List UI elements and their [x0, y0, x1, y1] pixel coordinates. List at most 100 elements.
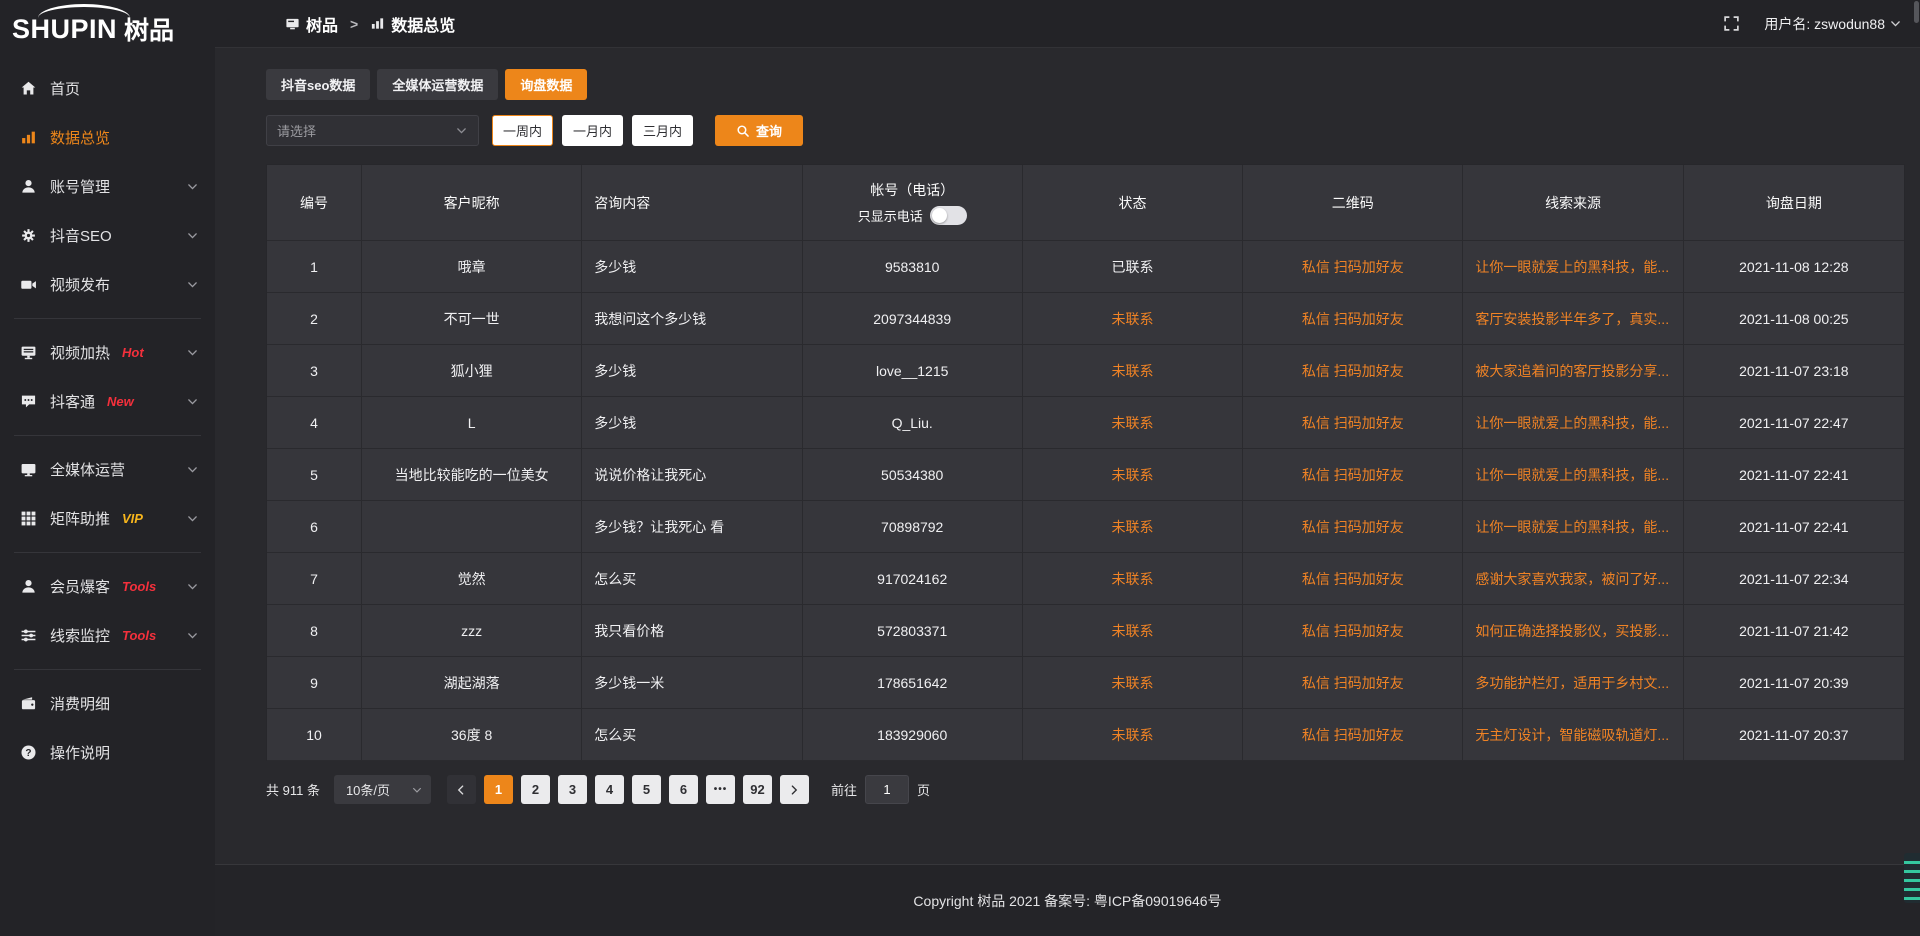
sliders-icon	[20, 627, 37, 644]
table-header-row: 编号 客户昵称 咨询内容 帐号（电话） 只显示电话 状态 二维码 线索来源 询盘…	[267, 165, 1904, 241]
cell-qrcode-link[interactable]: 私信 扫码加好友	[1243, 553, 1463, 605]
page-button-6[interactable]: 6	[669, 775, 698, 804]
column-header-nickname: 客户昵称	[362, 165, 582, 241]
cell-status: 未联系	[1023, 501, 1243, 553]
question-icon: ?	[20, 744, 37, 761]
sidebar-item-数据总览[interactable]: 数据总览	[0, 113, 215, 162]
site-icon	[285, 16, 300, 31]
floating-widget[interactable]	[1904, 853, 1920, 903]
page-button-3[interactable]: 3	[558, 775, 587, 804]
sidebar-item-消费明细[interactable]: 消费明细	[0, 679, 215, 728]
sidebar-item-线索监控[interactable]: 线索监控 Tools	[0, 611, 215, 660]
column-header-status: 状态	[1023, 165, 1243, 241]
grid-icon	[20, 510, 37, 527]
sidebar-item-label: 视频加热	[50, 342, 110, 363]
data-tabs: 抖音seo数据全媒体运营数据询盘数据	[266, 69, 1905, 100]
chevron-down-icon	[186, 180, 199, 193]
range-button-一月内[interactable]: 一月内	[562, 115, 623, 146]
filter-bar: 请选择 一周内一月内三月内 查询	[266, 115, 1905, 146]
phone-only-toggle[interactable]	[930, 206, 967, 225]
cell-source-link[interactable]: 多功能护栏灯，适用于乡村文...	[1463, 657, 1683, 709]
sidebar-item-badge: Tools	[122, 628, 156, 643]
tab-全媒体运营数据[interactable]: 全媒体运营数据	[377, 69, 498, 100]
cell-nickname: 36度 8	[362, 709, 582, 761]
sidebar-item-label: 抖客通	[50, 391, 95, 412]
cell-nickname: 哦章	[362, 241, 582, 293]
sidebar-item-矩阵助推[interactable]: 矩阵助推VIP	[0, 494, 215, 543]
sidebar-item-操作说明[interactable]: ?操作说明	[0, 728, 215, 777]
user-menu[interactable]: 用户名: zswodun88	[1764, 14, 1902, 34]
cell-source-link[interactable]: 如何正确选择投影仪，买投影...	[1463, 605, 1683, 657]
prev-page-button[interactable]	[447, 775, 476, 804]
cell-source-link[interactable]: 客厅安装投影半年多了，真实...	[1463, 293, 1683, 345]
table-body: 1哦章多少钱9583810已联系私信 扫码加好友让你一眼就爱上的黑科技，能...…	[267, 241, 1904, 761]
sidebar-item-视频发布[interactable]: 视频发布	[0, 260, 215, 309]
logo-text-cn: 树品	[124, 11, 174, 47]
cell-date: 2021-11-07 23:18	[1684, 345, 1904, 397]
scrollbar-thumb[interactable]	[1914, 1, 1919, 23]
cell-qrcode-link[interactable]: 私信 扫码加好友	[1243, 605, 1463, 657]
sidebar-item-视频加热[interactable]: 视频加热Hot	[0, 328, 215, 377]
range-button-三月内[interactable]: 三月内	[632, 115, 693, 146]
sidebar-item-抖音SEO[interactable]: 抖音SEO	[0, 211, 215, 260]
cell-id: 2	[267, 293, 362, 345]
page-button-92[interactable]: 92	[743, 775, 772, 804]
page-button-5[interactable]: 5	[632, 775, 661, 804]
sidebar-item-首页[interactable]: 首页	[0, 64, 215, 113]
page-more-button[interactable]: •••	[706, 775, 735, 804]
app-logo[interactable]: SHUPIN 树品	[0, 0, 215, 58]
cell-qrcode-link[interactable]: 私信 扫码加好友	[1243, 345, 1463, 397]
cell-qrcode-link[interactable]: 私信 扫码加好友	[1243, 241, 1463, 293]
sidebar-item-全媒体运营[interactable]: 全媒体运营	[0, 445, 215, 494]
search-button[interactable]: 查询	[715, 115, 803, 146]
cell-qrcode-link[interactable]: 私信 扫码加好友	[1243, 397, 1463, 449]
cell-date: 2021-11-07 20:37	[1684, 709, 1904, 761]
sidebar-item-账号管理[interactable]: 账号管理	[0, 162, 215, 211]
sidebar-item-label: 线索监控	[50, 625, 110, 646]
range-button-一周内[interactable]: 一周内	[492, 115, 553, 146]
page-button-1[interactable]: 1	[484, 775, 513, 804]
cell-status: 未联系	[1023, 657, 1243, 709]
breadcrumb-separator: >	[350, 16, 358, 32]
next-page-button[interactable]	[780, 775, 809, 804]
cell-source-link[interactable]: 让你一眼就爱上的黑科技，能...	[1463, 501, 1683, 553]
cell-nickname: zzz	[362, 605, 582, 657]
sidebar-item-抖客通[interactable]: 抖客通New	[0, 377, 215, 426]
search-button-label: 查询	[756, 121, 782, 140]
cell-qrcode-link[interactable]: 私信 扫码加好友	[1243, 657, 1463, 709]
sidebar-divider	[14, 552, 201, 553]
filter-select[interactable]: 请选择	[266, 115, 479, 146]
sidebar-divider	[14, 669, 201, 670]
cell-source-link[interactable]: 被大家追着问的客厅投影分享...	[1463, 345, 1683, 397]
tab-抖音seo数据[interactable]: 抖音seo数据	[266, 69, 370, 100]
cell-qrcode-link[interactable]: 私信 扫码加好友	[1243, 293, 1463, 345]
cell-qrcode-link[interactable]: 私信 扫码加好友	[1243, 501, 1463, 553]
cell-content: 说说价格让我死心	[582, 449, 802, 501]
cell-qrcode-link[interactable]: 私信 扫码加好友	[1243, 449, 1463, 501]
cell-qrcode-link[interactable]: 私信 扫码加好友	[1243, 709, 1463, 761]
cell-source-link[interactable]: 让你一眼就爱上的黑科技，能...	[1463, 241, 1683, 293]
page-size-select[interactable]: 10条/页	[334, 775, 431, 804]
page-button-2[interactable]: 2	[521, 775, 550, 804]
cell-status: 未联系	[1023, 449, 1243, 501]
table-row: 8zzz我只看价格572803371未联系私信 扫码加好友如何正确选择投影仪，买…	[267, 605, 1904, 657]
home-icon	[20, 80, 37, 97]
fullscreen-icon[interactable]	[1723, 15, 1740, 32]
cell-source-link[interactable]: 让你一眼就爱上的黑科技，能...	[1463, 449, 1683, 501]
cell-date: 2021-11-07 22:41	[1684, 501, 1904, 553]
cell-source-link[interactable]: 感谢大家喜欢我家，被问了好...	[1463, 553, 1683, 605]
date-range-group: 一周内一月内三月内	[492, 115, 693, 146]
chevron-down-icon	[1889, 17, 1902, 30]
sidebar-item-badge: VIP	[122, 511, 143, 526]
breadcrumb-item-树品[interactable]: 树品	[285, 12, 338, 36]
goto-page-input[interactable]	[865, 775, 909, 804]
cell-source-link[interactable]: 无主灯设计，智能磁吸轨道灯...	[1463, 709, 1683, 761]
page-button-4[interactable]: 4	[595, 775, 624, 804]
column-header-qrcode: 二维码	[1243, 165, 1463, 241]
cell-source-link[interactable]: 让你一眼就爱上的黑科技，能...	[1463, 397, 1683, 449]
tab-询盘数据[interactable]: 询盘数据	[505, 69, 587, 100]
toggle-knob	[932, 208, 947, 223]
sidebar-item-会员爆客[interactable]: 会员爆客Tools	[0, 562, 215, 611]
cell-id: 4	[267, 397, 362, 449]
breadcrumb-item-数据总览[interactable]: 数据总览	[370, 12, 455, 36]
